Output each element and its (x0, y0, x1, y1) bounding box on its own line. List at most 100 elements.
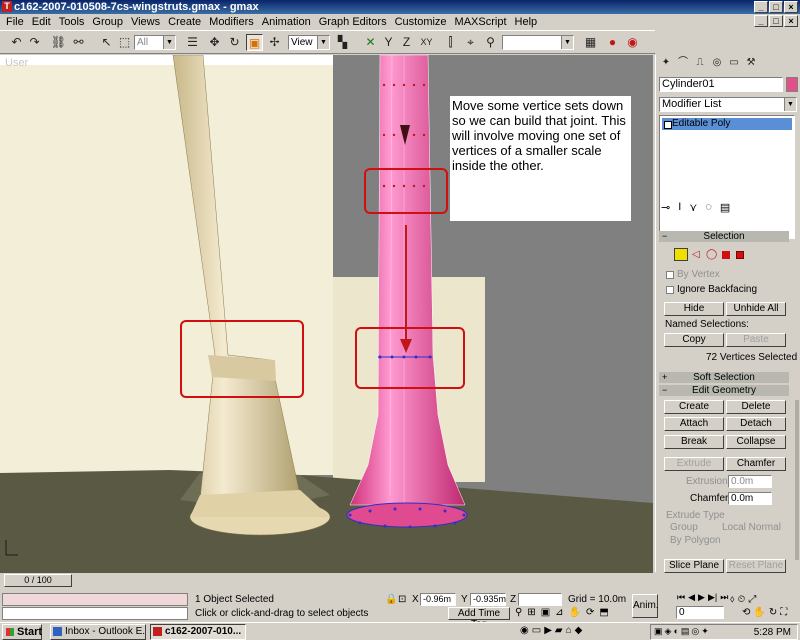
lock-selection-icon[interactable]: 🔒 (385, 594, 397, 605)
desktop-icon[interactable]: ▭ (532, 625, 541, 636)
menu-file[interactable]: File (2, 16, 28, 28)
hide-button[interactable]: Hide (664, 302, 724, 316)
group-radio[interactable]: Group (670, 522, 698, 533)
edge-mode-icon[interactable]: ◁ (692, 249, 700, 260)
z-coordinate[interactable] (518, 593, 562, 606)
select-and-scale-icon[interactable]: ▣ (246, 34, 263, 51)
menu-graph-editors[interactable]: Graph Editors (315, 16, 391, 28)
absolute-mode-icon[interactable]: ⊡ (398, 594, 406, 605)
menu-customize[interactable]: Customize (391, 16, 451, 28)
unlink-icon[interactable]: ⚯ (70, 34, 87, 51)
restrict-xy-icon[interactable]: XY (418, 34, 435, 51)
gmax-app-icon[interactable]: T (2, 1, 12, 12)
orbit-icon[interactable]: ⟲ (742, 607, 750, 618)
ie-icon[interactable]: ◉ (520, 625, 529, 636)
detach-button[interactable]: Detach (726, 417, 786, 431)
field-of-view-icon[interactable]: ⊿ (555, 607, 563, 618)
collapse-button[interactable]: Collapse (726, 435, 786, 449)
next-frame-icon[interactable]: ▶| (708, 592, 717, 603)
task-gmax[interactable]: c162-2007-010... (150, 624, 246, 640)
folder-icon[interactable]: ▰ (555, 625, 563, 636)
selection-rollout-header[interactable]: − Selection (659, 231, 789, 242)
chamfer-button[interactable]: Chamfer (726, 457, 786, 471)
start-button[interactable]: Start (2, 624, 42, 640)
volume-icon[interactable]: ◐ (673, 626, 678, 637)
ignore-backfacing-checkbox[interactable] (666, 286, 674, 294)
restrict-x-icon[interactable]: ✕ (362, 34, 379, 51)
extrude-button[interactable]: Extrude (664, 457, 724, 471)
delete-button[interactable]: Delete (726, 400, 786, 414)
menu-modifiers[interactable]: Modifiers (205, 16, 258, 28)
named-selection-select[interactable]: ▼ (502, 35, 574, 50)
object-name-field[interactable]: Cylinder01 (659, 77, 783, 92)
menu-help[interactable]: Help (511, 16, 542, 28)
y-coordinate[interactable]: -0.935m (470, 593, 506, 606)
soft-selection-rollout-header[interactable]: + Soft Selection (659, 372, 789, 383)
time-config-icon[interactable]: ⏲ (738, 594, 746, 605)
configure-sets-icon[interactable]: ▤ (720, 201, 730, 214)
zoom-icon[interactable]: ⚲ (515, 607, 522, 618)
material-editor-icon[interactable]: ▦ (582, 34, 599, 51)
previous-frame-icon[interactable]: ◀ (688, 592, 695, 603)
align-icon[interactable]: ⌖ (462, 34, 479, 51)
walk-icon[interactable]: ⤢ (748, 594, 756, 605)
go-to-start-icon[interactable]: ⏮ (677, 592, 685, 603)
break-button[interactable]: Break (664, 435, 724, 449)
restrict-z-icon[interactable]: Z (398, 34, 415, 51)
remove-modifier-icon[interactable]: ◌ (705, 201, 712, 214)
doc-restore-button[interactable]: □ (769, 15, 783, 27)
modifier-list-select[interactable]: Modifier List ▼ (659, 97, 797, 112)
maxscript-input[interactable] (2, 607, 188, 620)
object-color-swatch[interactable] (786, 77, 798, 92)
use-pivot-center-icon[interactable]: ✢ (266, 34, 283, 51)
select-and-link-icon[interactable]: ⛓ (50, 34, 67, 51)
reset-plane-button[interactable]: Reset Plane (726, 559, 786, 573)
hierarchy-tab-icon[interactable]: ⎍ (693, 56, 707, 70)
region-select-icon[interactable]: ⬚ (116, 34, 133, 51)
redo-icon[interactable]: ↷ (26, 34, 43, 51)
menu-views[interactable]: Views (127, 16, 164, 28)
snap-icon[interactable]: ⚲ (482, 34, 499, 51)
animate-toggle[interactable]: Anim. (632, 594, 659, 618)
printer-icon[interactable]: ▤ (681, 626, 690, 637)
create-tab-icon[interactable]: ✦ (659, 56, 673, 70)
maxscript-listener[interactable] (2, 593, 188, 606)
show-end-result-icon[interactable]: Ι (678, 201, 681, 214)
motion-tab-icon[interactable]: ◎ (710, 56, 724, 70)
fullscreen-icon[interactable]: ⛶ (780, 607, 787, 618)
viewport-label[interactable]: User (5, 57, 28, 69)
by-vertex-checkbox[interactable] (666, 271, 674, 279)
arc-rotate-icon[interactable]: ⟳ (586, 607, 594, 618)
modifier-stack[interactable]: Editable Poly (659, 115, 795, 239)
time-slider[interactable]: 0 / 100 (4, 574, 72, 587)
element-mode-icon[interactable] (736, 251, 744, 259)
polygon-mode-icon[interactable] (722, 251, 730, 259)
network-icon[interactable]: ▣ (654, 626, 663, 637)
menu-animation[interactable]: Animation (258, 16, 315, 28)
key-mode-icon[interactable]: ⬨ (730, 594, 735, 605)
border-mode-icon[interactable]: ◯ (706, 249, 717, 260)
security-icon[interactable]: ◎ (691, 626, 699, 637)
pin-stack-icon[interactable]: ⊸ (661, 201, 670, 214)
select-by-name-icon[interactable]: ☰ (184, 34, 201, 51)
quick-render-icon[interactable]: ◉ (624, 34, 641, 51)
menu-create[interactable]: Create (164, 16, 205, 28)
menu-edit[interactable]: Edit (28, 16, 55, 28)
unhide-all-button[interactable]: Unhide All (726, 302, 786, 316)
select-object-icon[interactable]: ↖ (98, 34, 115, 51)
slice-plane-button[interactable]: Slice Plane (664, 559, 724, 573)
modify-tab-icon[interactable]: ⌒ (676, 56, 690, 70)
close-button[interactable]: × (784, 1, 798, 13)
copy-button[interactable]: Copy (664, 333, 724, 347)
reference-coord-select[interactable]: View ▼ (288, 35, 330, 50)
stack-item-editable-poly[interactable]: Editable Poly (662, 118, 792, 130)
antivirus-icon[interactable]: ◈ (665, 626, 672, 637)
utilities-tab-icon[interactable]: ⚒ (744, 56, 758, 70)
go-to-end-icon[interactable]: ⏭ (720, 592, 728, 603)
selection-filter-select[interactable]: All ▼ (134, 35, 176, 50)
extrusion-spinner[interactable]: 0.0m (728, 475, 772, 488)
doc-minimize-button[interactable]: _ (754, 15, 768, 27)
zoom-extents-icon[interactable]: ▣ (541, 607, 550, 618)
menu-group[interactable]: Group (88, 16, 127, 28)
create-button[interactable]: Create (664, 400, 724, 414)
